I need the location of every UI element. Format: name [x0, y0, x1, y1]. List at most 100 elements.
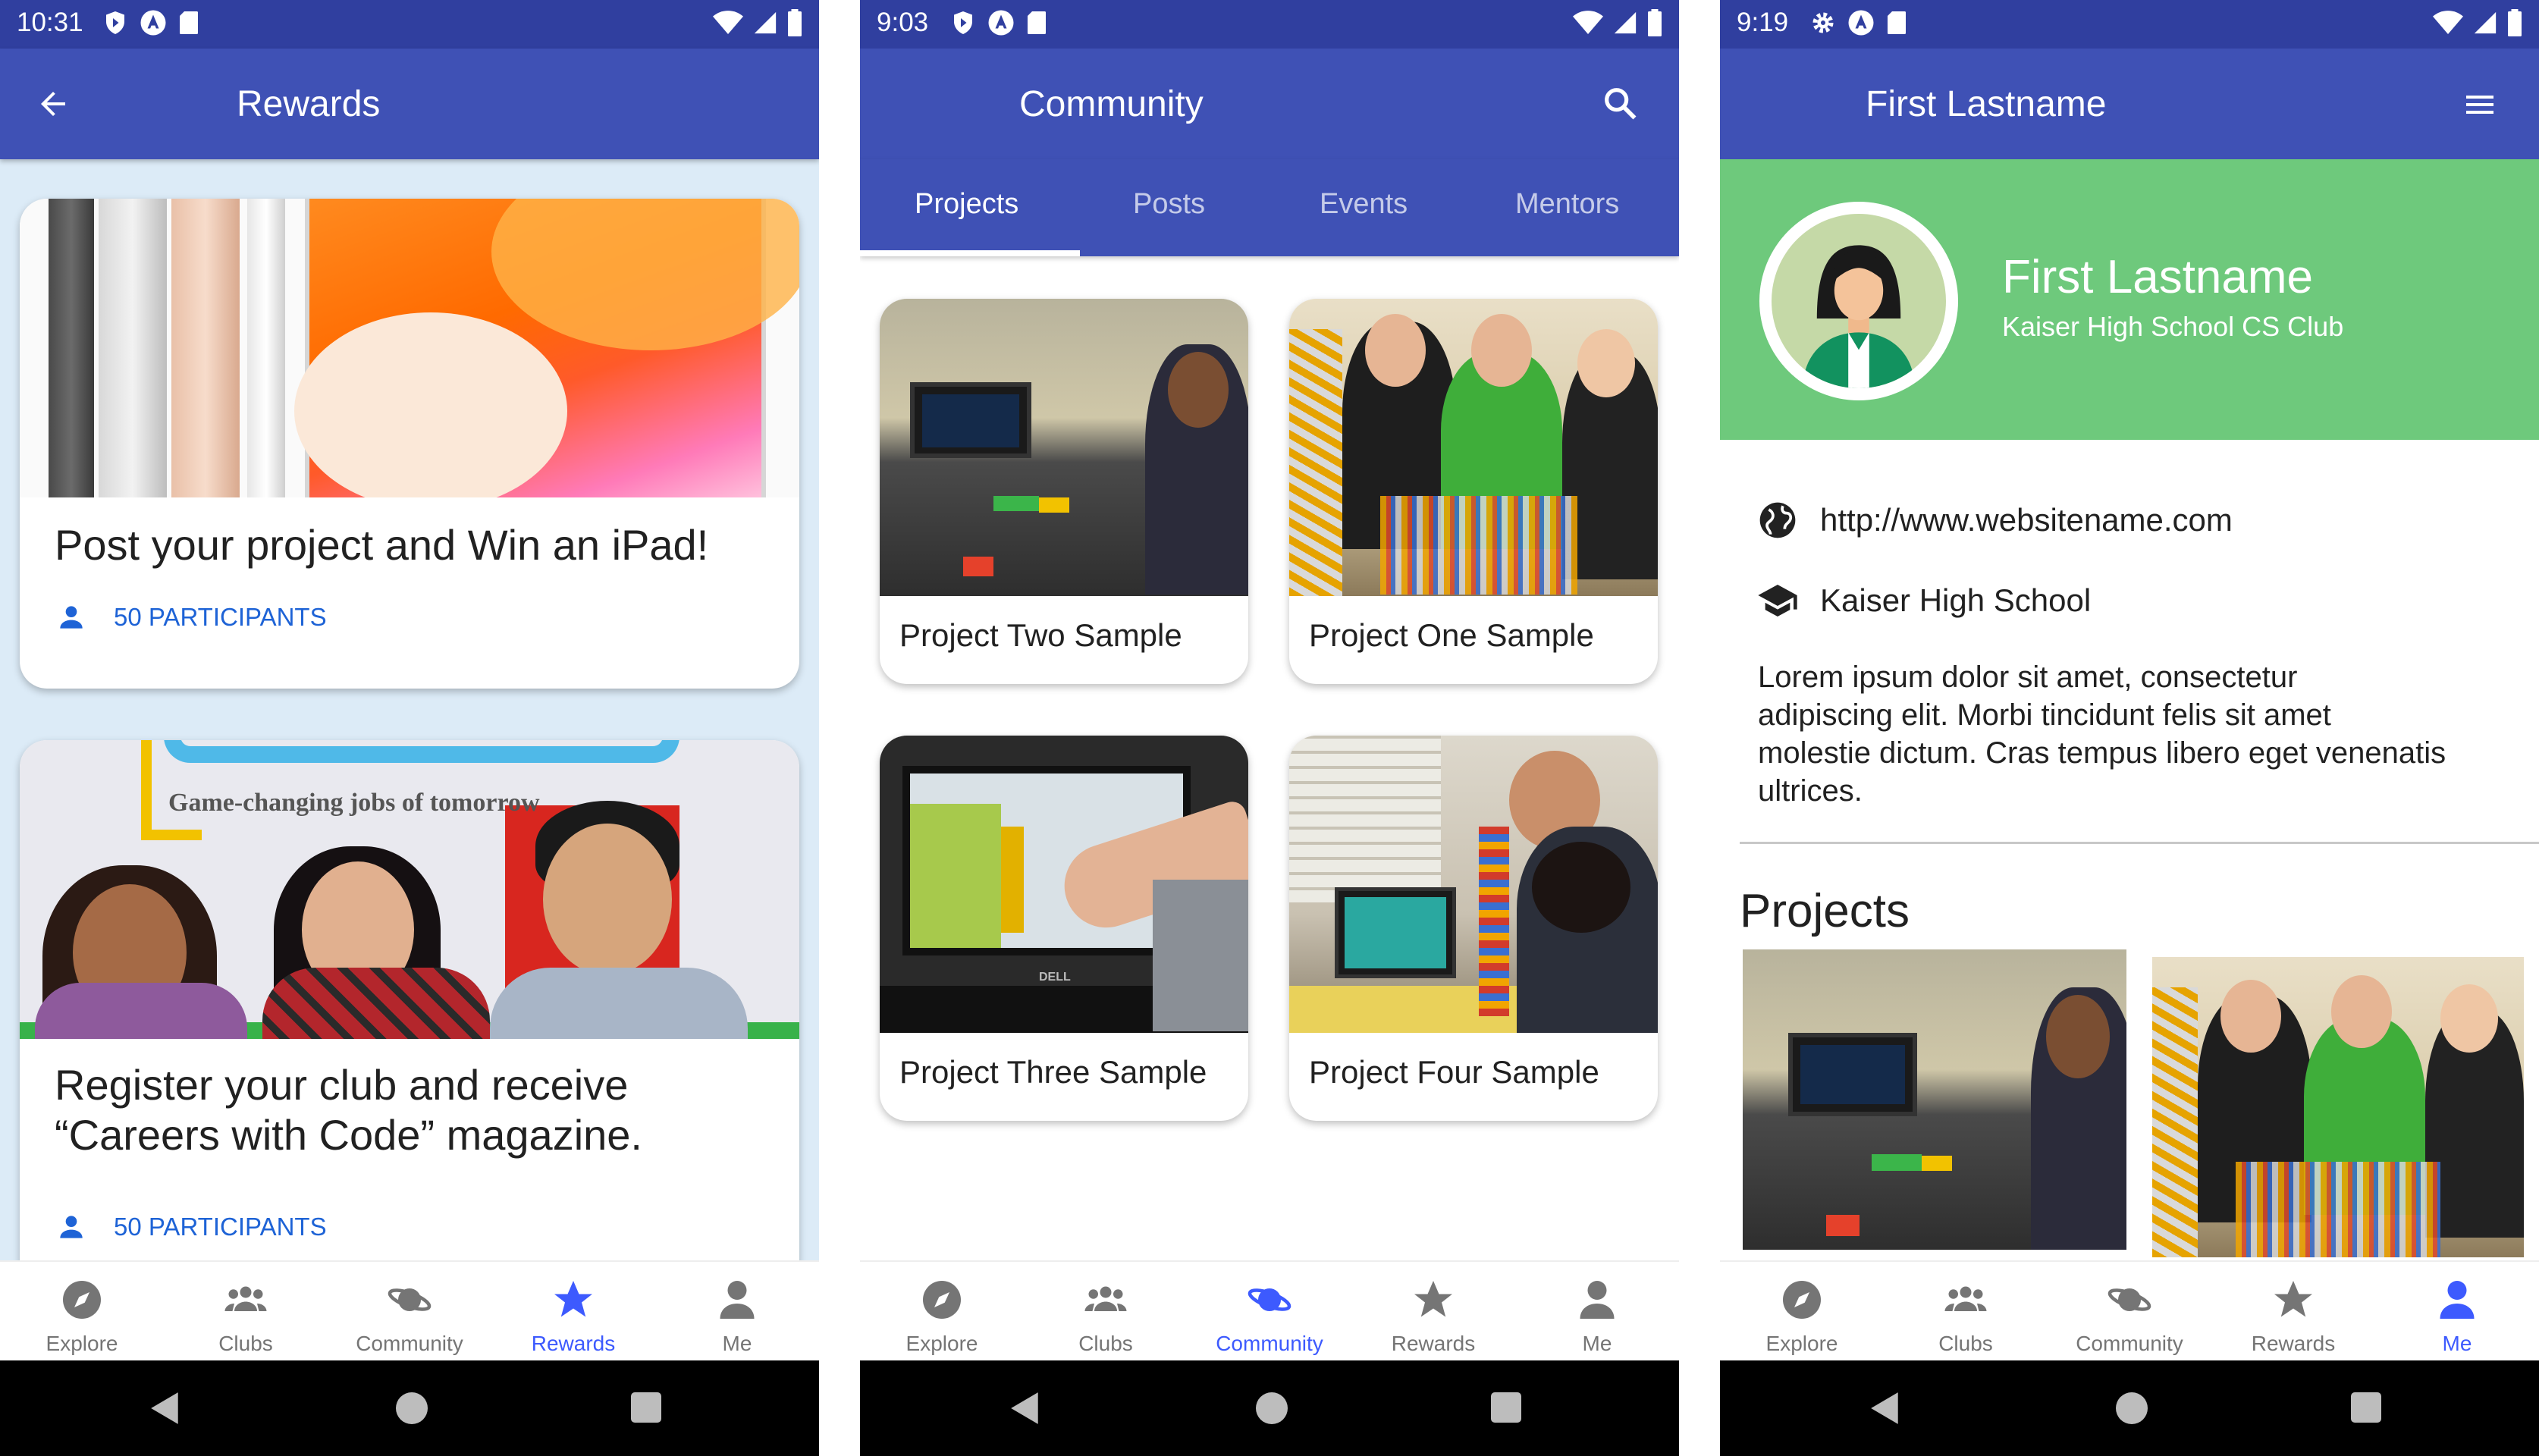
menu-icon[interactable] — [2462, 86, 2498, 123]
globe-icon — [1759, 502, 1796, 538]
profile-club: Kaiser High School CS Club — [2002, 311, 2344, 342]
project-thumbnail[interactable] — [2152, 957, 2524, 1257]
group-icon — [224, 1286, 267, 1311]
group-icon — [1084, 1286, 1127, 1311]
sd-card-icon — [1028, 11, 1046, 34]
system-navigation-bar — [1720, 1360, 2539, 1456]
project-thumbnail[interactable] — [1743, 949, 2126, 1250]
participants-label: 50 PARTICIPANTS — [114, 603, 327, 631]
app-bar: Rewards — [0, 49, 819, 159]
nav-explore[interactable]: Explore — [860, 1262, 1024, 1362]
signal-icon — [2474, 11, 2497, 34]
app-bar: First Lastname — [1720, 49, 2539, 159]
home-circle-icon[interactable] — [1256, 1392, 1288, 1424]
bio-line: ultrices. — [1758, 774, 1863, 808]
participants-count[interactable]: 50 PARTICIPANTS — [55, 1210, 327, 1244]
status-time: 9:03 — [877, 8, 929, 37]
nav-label: Me — [2442, 1332, 2472, 1355]
nav-community[interactable]: Community — [1188, 1262, 1351, 1362]
person-icon — [60, 1216, 83, 1238]
shield-play-icon — [954, 11, 972, 34]
profile-header: First Lastname Kaiser High School CS Clu… — [1720, 159, 2539, 440]
school-name: Kaiser High School — [1820, 582, 2092, 618]
status-bar: 10:31 — [0, 0, 819, 49]
nav-label: Clubs — [218, 1332, 273, 1355]
back-triangle-icon[interactable] — [1009, 1391, 1042, 1426]
nav-clubs[interactable]: Clubs — [1024, 1262, 1188, 1362]
nav-label: Explore — [46, 1332, 118, 1355]
back-triangle-icon[interactable] — [149, 1391, 182, 1426]
person-icon — [60, 606, 83, 629]
nav-rewards[interactable]: Rewards — [1351, 1262, 1515, 1362]
careers-magazine-image: Game-changing jobs of tomorrow — [20, 740, 799, 1039]
project-card[interactable]: Project One Sample — [1289, 299, 1658, 684]
school-row: Kaiser High School — [1756, 579, 2091, 622]
star-icon — [1414, 1281, 1452, 1317]
recents-square-icon[interactable] — [1491, 1392, 1521, 1423]
nav-clubs[interactable]: Clubs — [164, 1262, 328, 1362]
search-icon[interactable] — [1600, 83, 1640, 123]
back-triangle-icon[interactable] — [1869, 1391, 1902, 1426]
profile-screen: 9:19 First Lastname First Lastname Kaise… — [1720, 0, 2539, 1456]
tab-posts[interactable]: Posts — [1133, 188, 1205, 221]
avatar[interactable] — [1759, 202, 1958, 400]
home-circle-icon[interactable] — [2116, 1392, 2148, 1424]
divider — [1740, 842, 2539, 844]
website-row[interactable]: http://www.websitename.com — [1756, 499, 2233, 541]
page-title: Community — [1019, 84, 1204, 124]
nav-explore[interactable]: Explore — [0, 1262, 164, 1362]
bio-line: Lorem ipsum dolor sit amet, consectetur — [1758, 661, 2298, 694]
reward-card[interactable]: Post your project and Win an iPad! 50 PA… — [20, 199, 799, 689]
system-navigation-bar — [860, 1360, 1679, 1456]
status-time: 10:31 — [17, 8, 83, 37]
website-link[interactable]: http://www.websitename.com — [1820, 502, 2233, 538]
nav-rewards[interactable]: Rewards — [2211, 1262, 2375, 1362]
tab-projects[interactable]: Projects — [915, 188, 1018, 221]
reward-title-line2: “Careers with Code” magazine. — [55, 1111, 642, 1159]
project-card[interactable]: Project Four Sample — [1289, 736, 1658, 1121]
nav-me[interactable]: Me — [2375, 1262, 2539, 1362]
project-card[interactable]: DELL Project Three Sample — [880, 736, 1248, 1121]
participants-count[interactable]: 50 PARTICIPANTS — [55, 601, 327, 634]
nav-label: Me — [722, 1332, 752, 1355]
nav-rewards[interactable]: Rewards — [491, 1262, 655, 1362]
nav-label: Explore — [1765, 1332, 1838, 1355]
system-navigation-bar — [0, 1360, 819, 1456]
nav-me[interactable]: Me — [1515, 1262, 1679, 1362]
star-icon — [2274, 1281, 2312, 1317]
nav-label: Community — [356, 1332, 463, 1355]
person-icon — [1580, 1281, 1615, 1319]
back-arrow-icon[interactable] — [35, 86, 71, 122]
bottom-navigation: Explore Clubs Community Rewards Me — [860, 1260, 1679, 1360]
nav-community[interactable]: Community — [2048, 1262, 2211, 1362]
project-image — [880, 299, 1248, 596]
reward-card[interactable]: Game-changing jobs of tomorrow Register … — [20, 740, 799, 1286]
project-card[interactable]: Project Two Sample — [880, 299, 1248, 684]
reward-title: Register your club and receive — [55, 1061, 629, 1109]
ipad-image — [20, 199, 799, 497]
project-image — [1289, 736, 1658, 1033]
status-time: 9:19 — [1737, 8, 1789, 37]
magazine-banner-text: Game-changing jobs of tomorrow — [168, 789, 540, 817]
nav-label: Clubs — [1078, 1332, 1133, 1355]
tab-mentors[interactable]: Mentors — [1515, 188, 1619, 221]
nav-explore[interactable]: Explore — [1720, 1262, 1884, 1362]
wifi-icon — [713, 11, 743, 34]
home-circle-icon[interactable] — [396, 1392, 428, 1424]
person-icon — [720, 1281, 755, 1319]
nav-label: Clubs — [1938, 1332, 1993, 1355]
nav-community[interactable]: Community — [328, 1262, 491, 1362]
compass-icon — [1783, 1281, 1821, 1319]
nav-me[interactable]: Me — [655, 1262, 819, 1362]
planet-icon — [388, 1288, 432, 1311]
community-screen: 9:03 Community Projects Posts Events Men… — [860, 0, 1679, 1456]
recents-square-icon[interactable] — [2351, 1392, 2381, 1423]
nav-clubs[interactable]: Clubs — [1884, 1262, 2048, 1362]
status-bar: 9:19 — [1720, 0, 2539, 49]
recents-square-icon[interactable] — [631, 1392, 661, 1423]
tab-events[interactable]: Events — [1320, 188, 1408, 221]
battery-icon — [1648, 9, 1662, 36]
signal-icon — [754, 11, 777, 34]
signal-icon — [1614, 11, 1637, 34]
nav-label: Rewards — [1391, 1332, 1476, 1355]
